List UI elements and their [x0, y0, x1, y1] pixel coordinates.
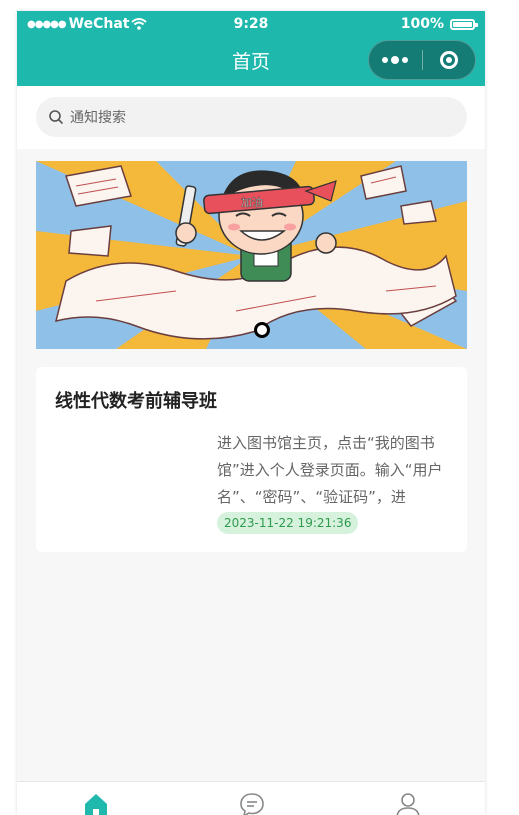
battery-percent: 100% — [400, 16, 444, 32]
user-icon[interactable] — [395, 792, 421, 815]
bottom-tab-bar — [17, 781, 485, 815]
more-dot — [402, 57, 409, 63]
search-input[interactable]: 通知搜索 — [36, 97, 467, 137]
carousel-indicator[interactable] — [254, 322, 270, 338]
status-battery-group: 100% — [400, 16, 478, 32]
banner-image: 加油 — [36, 161, 467, 349]
more-menu-button[interactable] — [369, 56, 422, 64]
more-dot — [382, 57, 389, 63]
message-icon[interactable] — [239, 792, 265, 815]
battery-icon — [450, 18, 478, 30]
search-section: 通知搜索 — [17, 86, 485, 149]
banner-headband-text: 加油 — [241, 195, 263, 209]
notice-date-badge: 2023-11-22 19:21:36 — [217, 512, 359, 534]
phone-screen: ●●●●● WeChat 9:28 100% 首页 通知搜索 加油 线性代数考前… — [17, 11, 485, 815]
close-miniprogram-button[interactable] — [422, 51, 475, 69]
more-dot — [391, 56, 400, 64]
search-icon — [49, 110, 63, 124]
navigation-header: ●●●●● WeChat 9:28 100% 首页 — [17, 11, 485, 86]
notice-title: 线性代数考前辅导班 — [55, 391, 217, 412]
notice-description: 进入图书馆主页，点击“我的图书馆”进入个人登录页面。输入“用户名”、“密码”、“… — [217, 434, 443, 506]
miniprogram-capsule — [368, 40, 476, 80]
target-circle-icon — [439, 51, 458, 69]
search-placeholder: 通知搜索 — [70, 110, 126, 126]
home-icon[interactable] — [83, 792, 109, 815]
notice-card[interactable]: 线性代数考前辅导班 进入图书馆主页，点击“我的图书馆”进入个人登录页面。输入“用… — [36, 367, 467, 552]
status-bar: ●●●●● WeChat 9:28 100% — [17, 11, 485, 39]
banner-carousel[interactable]: 加油 — [36, 161, 467, 349]
